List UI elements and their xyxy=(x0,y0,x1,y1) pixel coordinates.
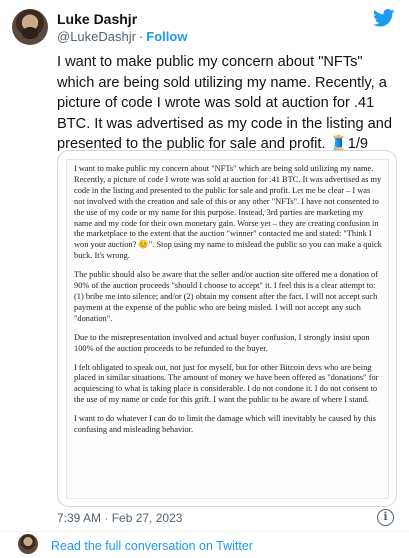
footer-avatar[interactable] xyxy=(18,534,38,554)
document-paragraph: I want to make public my concern about "… xyxy=(74,164,382,261)
attached-image-card[interactable]: I want to make public my concern about "… xyxy=(57,150,397,507)
statement-document: I want to make public my concern about "… xyxy=(66,159,389,499)
embedded-tweet: Luke Dashjr @LukeDashjr · Follow I want to… xyxy=(0,0,409,558)
divider xyxy=(0,531,409,532)
read-conversation-link[interactable]: Read the full conversation on Twitter xyxy=(51,538,253,554)
separator-dot: · xyxy=(138,29,144,44)
document-paragraph: I felt obligated to speak out, not just … xyxy=(74,362,379,405)
document-paragraph: Due to the misrepresentation involved an… xyxy=(74,332,370,353)
author-avatar[interactable] xyxy=(12,9,48,45)
tweet-timestamp[interactable]: 7:39 AM · Feb 27, 2023 xyxy=(57,510,182,526)
document-paragraph: The public should also be aware that the… xyxy=(74,270,379,323)
info-icon[interactable]: i xyxy=(377,509,394,526)
twitter-bird-icon[interactable] xyxy=(373,9,395,27)
document-paragraph: I want to do whatever I can do to limit … xyxy=(74,414,376,435)
author-handle[interactable]: @LukeDashjr xyxy=(57,29,136,44)
author-handle-row: @LukeDashjr · Follow xyxy=(57,29,187,45)
tweet-text: I want to make public my concern about "… xyxy=(57,54,393,152)
author-display-name[interactable]: Luke Dashjr xyxy=(57,11,137,28)
follow-button[interactable]: Follow xyxy=(146,29,187,44)
